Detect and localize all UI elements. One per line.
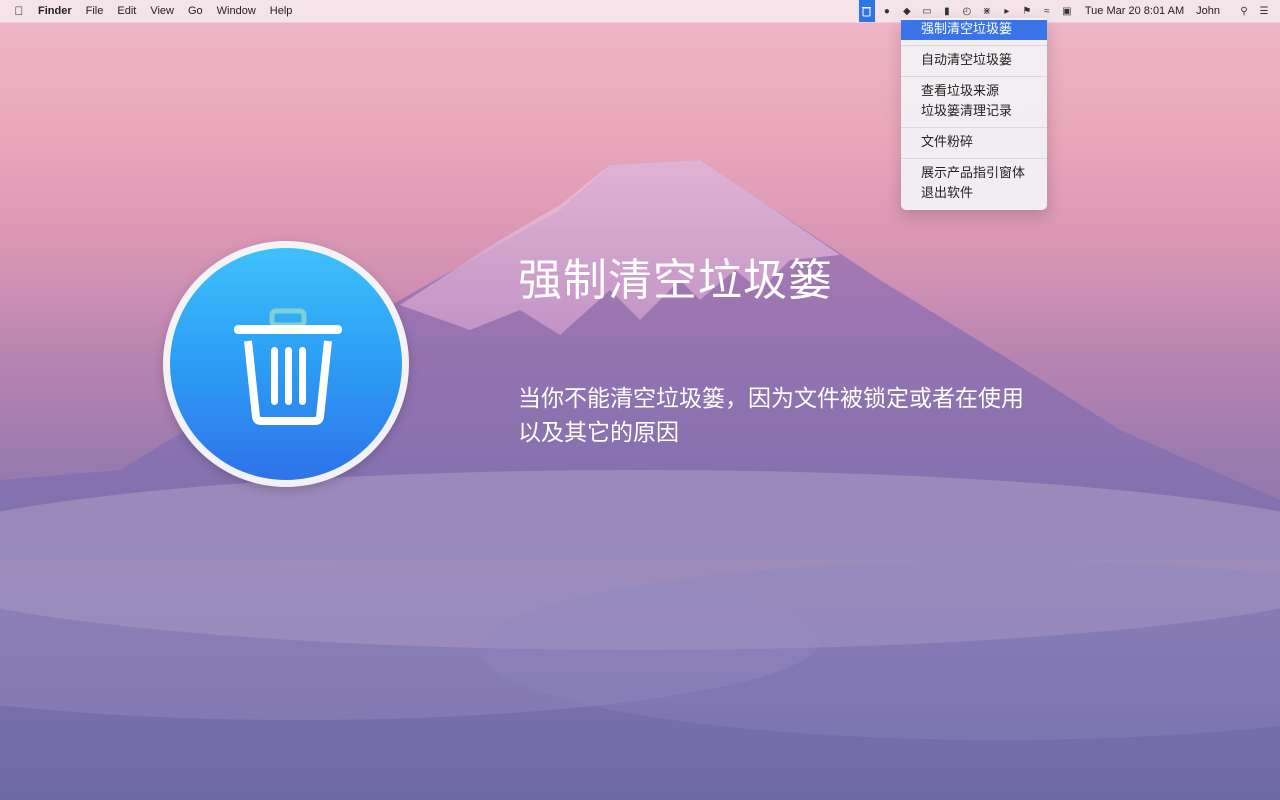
menu-separator xyxy=(901,158,1047,159)
display-icon[interactable]: ▣ xyxy=(1059,0,1075,22)
menu-window[interactable]: Window xyxy=(217,5,256,17)
menu-edit[interactable]: Edit xyxy=(117,5,136,17)
menubar-clock[interactable]: Tue Mar 20 8:01 AM xyxy=(1085,5,1184,17)
apple-icon[interactable]:  xyxy=(12,4,26,18)
menu-item-show-product-guide[interactable]: 展示产品指引窗体 xyxy=(901,164,1047,184)
hero-description-line-2: 以及其它的原因 xyxy=(518,420,679,446)
menu-bar:  Finder File Edit View Go Window Help ●… xyxy=(0,0,1280,23)
hero-title: 强制清空垃圾篓 xyxy=(518,255,833,306)
menu-help[interactable]: Help xyxy=(270,5,293,17)
menu-item-file-shredder[interactable]: 文件粉碎 xyxy=(901,133,1047,153)
status-menu-dropdown: 强制清空垃圾篓 自动清空垃圾篓 查看垃圾来源 垃圾篓清理记录 文件粉碎 展示产品… xyxy=(901,18,1047,210)
menu-separator xyxy=(901,76,1047,77)
notification-center-icon[interactable]: ☰ xyxy=(1256,0,1272,22)
menu-item-view-trash-source[interactable]: 查看垃圾来源 xyxy=(901,82,1047,102)
menu-view[interactable]: View xyxy=(150,5,174,17)
menu-go[interactable]: Go xyxy=(188,5,203,17)
trash-status-icon[interactable] xyxy=(858,0,875,22)
menu-separator xyxy=(901,45,1047,46)
menu-item-quit[interactable]: 退出软件 xyxy=(901,184,1047,204)
menu-separator xyxy=(901,127,1047,128)
menubar-user[interactable]: John xyxy=(1196,5,1220,17)
menu-item-auto-empty-trash[interactable]: 自动清空垃圾篓 xyxy=(901,51,1047,71)
menu-file[interactable]: File xyxy=(86,5,104,17)
menu-finder[interactable]: Finder xyxy=(38,5,72,17)
hero-description-line-1: 当你不能清空垃圾篓，因为文件被锁定或者在使用 xyxy=(518,386,1024,412)
hero-description: 当你不能清空垃圾篓，因为文件被锁定或者在使用 以及其它的原因 xyxy=(518,382,1078,450)
menu-item-trash-cleanup-log[interactable]: 垃圾篓清理记录 xyxy=(901,102,1047,122)
evernote-icon[interactable]: ● xyxy=(879,0,895,22)
trash-can-icon xyxy=(234,308,342,425)
menu-item-force-empty-trash[interactable]: 强制清空垃圾篓 xyxy=(901,20,1047,40)
spotlight-search-icon[interactable]: ⚲ xyxy=(1236,0,1252,22)
